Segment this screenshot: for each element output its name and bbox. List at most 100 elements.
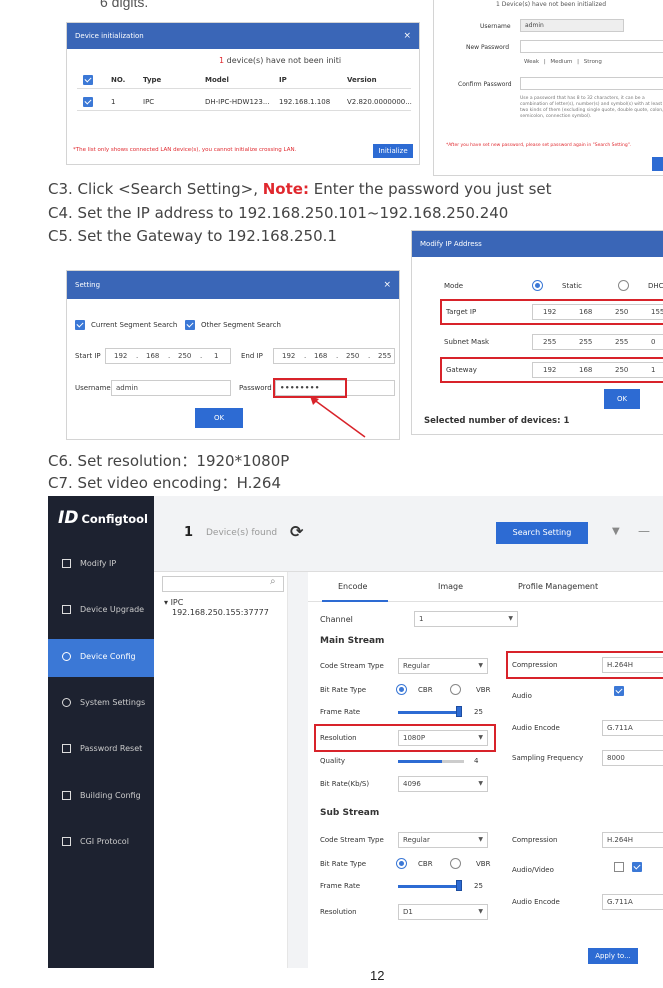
sub-audio-encode-select[interactable]: G.711A (602, 894, 663, 910)
row-no: 1 (111, 98, 116, 106)
step-c3-prefix: C3. Click <Search Setting>, (48, 180, 263, 198)
channel-label: Channel (320, 615, 353, 624)
audio-encode-select[interactable]: G.711A (602, 720, 663, 736)
encode-form: Channel 1 ▼ Main Stream Code Stream Type … (308, 602, 663, 968)
vbr-radio[interactable] (450, 684, 461, 695)
init-footer-note: *The list only shows connected LAN devic… (73, 147, 297, 153)
sub-frame-rate-label: Frame Rate (320, 882, 361, 890)
step-c3-suffix: Enter the password you just set (308, 180, 552, 198)
setting-ok-button[interactable]: OK (195, 408, 243, 428)
select-all-checkbox[interactable] (83, 75, 93, 85)
sub-resolution-select[interactable]: D1 ▼ (398, 904, 488, 920)
found-count: 1 (184, 525, 194, 540)
sidebar-item-cgi-protocol[interactable]: CGI Protocol (48, 824, 154, 862)
tab-profile-management[interactable]: Profile Management (518, 582, 598, 591)
other-segment-checkbox[interactable] (185, 320, 195, 330)
pwd-ok-button[interactable] (652, 157, 663, 171)
sub-frame-rate-handle[interactable] (456, 880, 462, 891)
static-radio[interactable] (532, 280, 543, 291)
pwd-username-field[interactable]: admin (520, 19, 624, 32)
quality-slider[interactable] (398, 760, 442, 763)
cbr-radio[interactable] (396, 684, 407, 695)
compression-highlight (506, 651, 663, 679)
end-ip-input[interactable]: 192 . 168 . 250 . 255 (273, 348, 395, 364)
top-fragment: 6 digits. (100, 0, 149, 10)
tab-bar: Encode Image Profile Management (308, 572, 663, 602)
device-tree: ⌕ ▾ IPC 192.168.250.155:37777 (154, 572, 288, 968)
bitrate-select[interactable]: 4096 ▼ (398, 776, 488, 792)
sub-cbr-label: CBR (418, 860, 433, 868)
search-setting-button[interactable]: Search Setting (496, 522, 588, 544)
minimize-icon[interactable]: — (638, 524, 650, 538)
audio-video-label: Audio/Video (512, 866, 554, 874)
end-ip-label: End IP (241, 352, 263, 360)
tab-encode[interactable]: Encode (338, 582, 367, 591)
sub-code-stream-type-select[interactable]: Regular ▼ (398, 832, 488, 848)
apply-to-button[interactable]: Apply to... (588, 948, 638, 964)
filter-icon[interactable]: ▼ (612, 526, 620, 537)
sub-frame-rate-slider[interactable] (398, 885, 458, 888)
init-count-text: device(s) have not been initi (226, 56, 342, 65)
subnet-label: Subnet Mask (444, 338, 490, 346)
table-row[interactable]: 1 IPC DH-IPC-HDW123... 192.168.1.108 V2.… (77, 93, 412, 111)
audio-checkbox[interactable] (614, 686, 624, 696)
audio-video-checkbox-off[interactable] (614, 862, 624, 872)
current-segment-checkbox[interactable] (75, 320, 85, 330)
col-version: Version (347, 76, 377, 84)
frame-rate-handle[interactable] (456, 706, 462, 717)
tree-device[interactable]: 192.168.250.155:37777 (172, 608, 269, 617)
pwd-hint: Use a password that has 8 to 32 characte… (520, 96, 663, 119)
dhcp-radio[interactable] (618, 280, 629, 291)
col-model: Model (205, 76, 229, 84)
step-c4: C4. Set the IP address to 192.168.250.10… (48, 204, 509, 222)
sidebar-item-modify-ip[interactable]: Modify IP (48, 546, 154, 584)
subnet-mask-input[interactable]: 255 255 255 0 (532, 334, 663, 350)
search-icon[interactable]: ⌕ (270, 576, 276, 587)
sidebar-item-system-settings[interactable]: System Settings (48, 685, 154, 723)
tree-root[interactable]: ▾ IPC (164, 598, 183, 607)
code-stream-type-select[interactable]: Regular ▼ (398, 658, 488, 674)
logo-icon: ID (58, 508, 79, 528)
sidebar-item-device-config[interactable]: Device Config (48, 639, 154, 677)
close-icon[interactable]: × (403, 23, 411, 49)
sub-vbr-radio[interactable] (450, 858, 461, 869)
sub-cbr-radio[interactable] (396, 858, 407, 869)
channel-select[interactable]: 1 ▼ (414, 611, 518, 627)
start-ip-input[interactable]: 192 . 168 . 250 . 1 (105, 348, 231, 364)
chevron-down-icon: ▼ (478, 908, 483, 915)
initialize-button[interactable]: Initialize (373, 144, 413, 158)
pwd-username-label: Username (480, 23, 511, 30)
tree-search-input[interactable] (162, 576, 284, 592)
sub-compression-select[interactable]: H.264H (602, 832, 663, 848)
refresh-icon[interactable]: ⟳ (290, 522, 303, 541)
dhcp-label: DHC (648, 282, 663, 290)
vbr-label: VBR (476, 686, 491, 694)
sidebar-item-device-upgrade[interactable]: Device Upgrade (48, 592, 154, 630)
audio-encode-label: Audio Encode (512, 724, 560, 732)
close-icon[interactable]: × (383, 271, 391, 299)
audio-video-checkbox-on[interactable] (632, 862, 642, 872)
setting-title: Setting (75, 281, 101, 289)
sidebar-item-password-reset[interactable]: Password Reset (48, 731, 154, 769)
new-password-input[interactable] (520, 40, 663, 53)
bit-rate-type-label: Bit Rate Type (320, 686, 367, 694)
row-checkbox[interactable] (83, 97, 93, 107)
row-model: DH-IPC-HDW123... (205, 98, 270, 106)
config-icon (62, 652, 71, 661)
setting-username-input[interactable]: admin (111, 380, 231, 396)
col-type: Type (143, 76, 162, 84)
mode-label: Mode (444, 282, 464, 290)
cbr-label: CBR (418, 686, 433, 694)
init-table-header: NO. Type Model IP Version (77, 71, 411, 89)
tab-image[interactable]: Image (438, 582, 463, 591)
audio-label: Audio (512, 692, 532, 700)
chevron-down-icon: ▼ (478, 662, 483, 669)
sub-resolution-label: Resolution (320, 908, 357, 916)
confirm-password-input[interactable] (520, 77, 663, 90)
sidebar-item-building-config[interactable]: Building Config (48, 778, 154, 816)
quality-value: 4 (474, 757, 479, 765)
sampling-select[interactable]: 8000 (602, 750, 663, 766)
sub-bit-rate-type-label: Bit Rate Type (320, 860, 367, 868)
modify-ip-ok-button[interactable]: OK (604, 389, 640, 409)
frame-rate-slider[interactable] (398, 711, 458, 714)
